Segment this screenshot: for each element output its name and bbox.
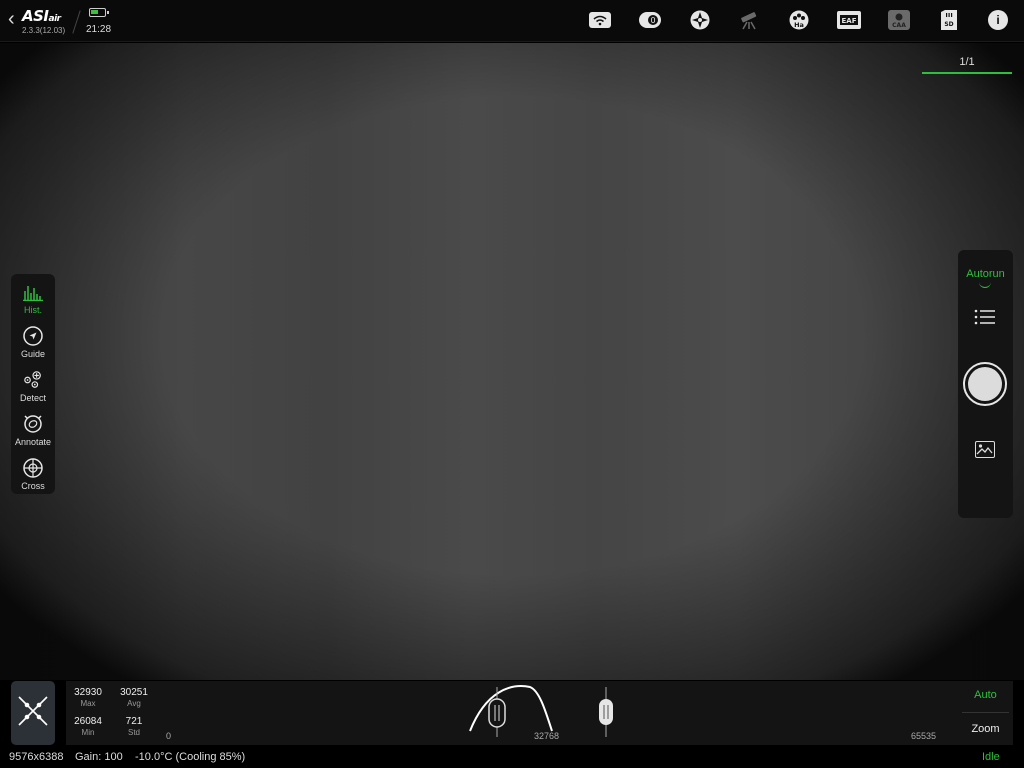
top-bar: ‹ ASIair 2.3.3(12.03) 21:28 0 Ha EAF CAA… (0, 0, 1024, 42)
detect-icon (23, 370, 43, 390)
auto-stretch-button[interactable]: Auto (958, 689, 1013, 701)
tool-hist-label: Hist. (24, 305, 42, 315)
tool-annotate[interactable]: Annotate (11, 410, 55, 454)
annotate-icon (23, 414, 43, 434)
filter-wheel-icon[interactable]: 0 (638, 9, 662, 31)
chevron-down-icon[interactable] (979, 282, 991, 288)
scale-mid-label: 32768 (534, 731, 560, 741)
tool-hist[interactable]: Hist. (11, 278, 55, 322)
status-temperature: -10.0°C (Cooling 85%) (135, 751, 246, 763)
stretch-toggle-button[interactable] (11, 681, 55, 745)
scale-min-label: 0 (166, 731, 172, 741)
tool-annotate-label: Annotate (14, 437, 52, 447)
crosshair-icon (23, 458, 43, 478)
caa-label: CAA (892, 22, 906, 29)
status-resolution: 9576x6388 (9, 751, 64, 763)
filter-wheel-label: 0 (650, 16, 655, 25)
stretch-curve-icon (18, 696, 48, 726)
histogram-side-buttons: Auto Zoom (958, 681, 1013, 745)
histogram-panel: 32930 Max 30251 Avg 26084 Min 721 Std 0 … (66, 681, 958, 745)
divider (962, 712, 1009, 713)
info-icon[interactable]: i (986, 9, 1010, 31)
histogram-icon (23, 282, 43, 302)
status-state: Idle (982, 751, 1000, 763)
frame-counter[interactable]: 1/1 (922, 52, 1012, 74)
tool-guide-label: Guide (20, 349, 46, 359)
back-chevron-icon[interactable]: ‹ (8, 8, 22, 30)
guide-icon (23, 326, 43, 346)
status-gain: Gain: 100 (75, 751, 123, 763)
brand-suffix: air (48, 14, 62, 24)
scale-max-label: 65535 (911, 731, 937, 741)
white-point-handle (599, 699, 613, 725)
image-viewer[interactable] (0, 43, 1024, 680)
battery-icon (89, 8, 109, 17)
telescope-icon[interactable] (737, 9, 761, 31)
eaf-icon[interactable]: EAF (837, 9, 861, 31)
app-version: 2.3.3(12.03) (22, 26, 66, 35)
status-bar: 9576x6388 Gain: 100 -10.0°C (Cooling 85%… (0, 746, 1024, 768)
sd-card-icon[interactable]: SD (937, 9, 961, 31)
tool-cross-label: Cross (21, 481, 45, 491)
eaf-label: EAF (842, 17, 857, 25)
wifi-icon[interactable] (588, 9, 612, 31)
focus-target-icon[interactable] (688, 9, 712, 31)
ha-filter-label: Ha (794, 21, 804, 29)
sd-card-label: SD (944, 21, 953, 28)
tool-detect[interactable]: Detect (11, 366, 55, 410)
caa-icon[interactable]: CAA (887, 9, 911, 31)
black-point-handle (488, 698, 506, 728)
list-icon[interactable] (974, 308, 996, 326)
tool-detect-label: Detect (19, 393, 46, 403)
divider (72, 10, 81, 34)
info-label: i (996, 13, 1000, 27)
app-brand: ASIair 2.3.3(12.03) (22, 7, 65, 35)
histogram-curve (469, 685, 553, 732)
left-tool-panel: Hist. Guide Detect Annotate Cross (11, 274, 55, 494)
histogram-graph[interactable] (66, 681, 958, 745)
brand-name: ASI (22, 7, 49, 25)
zoom-button[interactable]: Zoom (958, 723, 1013, 735)
right-control-panel: Autorun (958, 250, 1013, 518)
tool-cross[interactable]: Cross (11, 454, 55, 498)
clock: 21:28 (86, 24, 112, 35)
tool-guide[interactable]: Guide (11, 322, 55, 366)
shutter-button[interactable] (963, 362, 1007, 406)
ha-filter-icon[interactable]: Ha (787, 9, 811, 31)
autorun-button[interactable]: Autorun (958, 268, 1013, 280)
gallery-icon[interactable] (975, 441, 995, 458)
